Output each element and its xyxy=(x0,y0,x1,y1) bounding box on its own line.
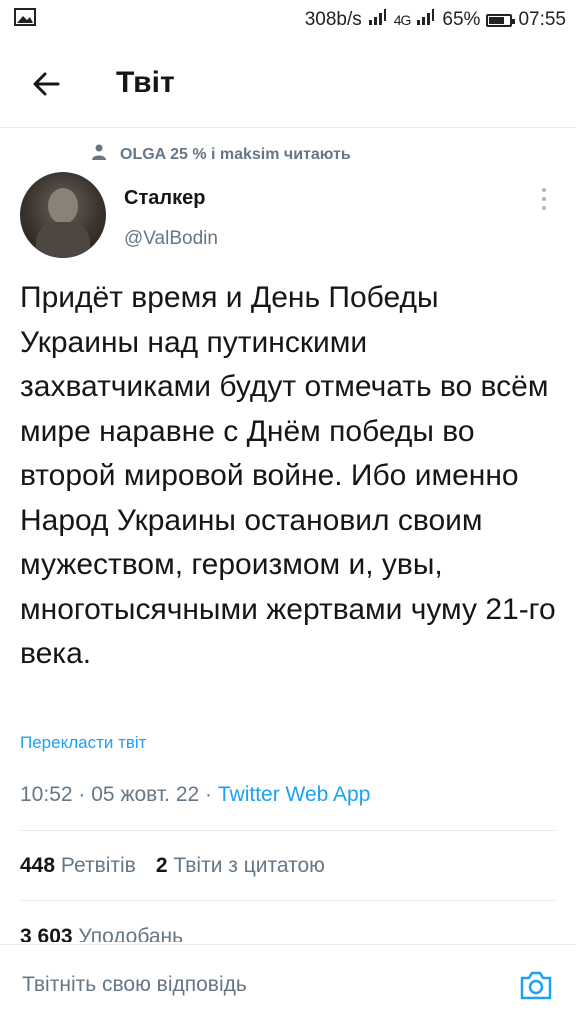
divider xyxy=(20,830,556,831)
battery-icon xyxy=(486,13,516,27)
quotes-label: Твіти з цитатою xyxy=(173,854,325,877)
tweet-stats: 448 Ретвітів 2 Твіти з цитатою xyxy=(20,854,325,878)
clock: 07:55 xyxy=(518,9,566,30)
avatar[interactable] xyxy=(20,172,106,258)
camera-icon xyxy=(520,971,552,1000)
author-handle[interactable]: @ValBodin xyxy=(124,228,218,250)
likes-label: Уподобань xyxy=(78,925,184,942)
divider xyxy=(20,900,556,901)
quotes-count: 2 xyxy=(155,854,168,877)
signal-icon xyxy=(368,9,388,31)
camera-button[interactable] xyxy=(518,967,554,1003)
page-title: Твіт xyxy=(116,66,175,99)
likes-count: 3 603 xyxy=(20,925,73,942)
meta-separator: · xyxy=(205,783,213,806)
reply-bar: Твітніть свою відповідь xyxy=(0,944,576,1024)
quotes-stat[interactable]: 2 Твіти з цитатою xyxy=(156,854,325,878)
more-options-button[interactable] xyxy=(536,188,552,214)
retweets-label: Ретвітів xyxy=(60,854,136,877)
retweets-stat[interactable]: 448 Ретвітів xyxy=(20,854,136,878)
tweet-text: Придёт время и День Победы Украины над п… xyxy=(20,281,556,670)
arrow-left-icon xyxy=(33,72,60,96)
translate-link[interactable]: Перекласти твіт xyxy=(20,733,146,753)
network-type: 4G xyxy=(393,12,412,28)
retweets-count: 448 xyxy=(20,854,56,877)
network-speed: 308b/s xyxy=(304,9,362,30)
tweet-meta: 10:52 · 05 жовт. 22 · Twitter Web App xyxy=(20,783,370,807)
back-button[interactable] xyxy=(28,66,64,102)
tweet-date: 05 жовт. 22 xyxy=(91,783,200,806)
app-header: Твіт xyxy=(0,40,576,128)
more-dot xyxy=(542,206,546,210)
tweet-time: 10:52 xyxy=(20,783,73,806)
tweet-source-app[interactable]: Twitter Web App xyxy=(218,783,371,806)
signal-icon-2 xyxy=(416,9,436,31)
social-context[interactable]: OLGA 25 % і maksim читають xyxy=(92,144,351,165)
more-dot xyxy=(542,197,546,201)
image-icon xyxy=(14,8,36,32)
author-name[interactable]: Сталкер xyxy=(124,187,205,210)
social-context-text: OLGA 25 % і maksim читають xyxy=(120,145,351,163)
likes-stat[interactable]: 3 603 Уподобань xyxy=(20,925,183,942)
person-icon xyxy=(92,144,106,165)
reply-input[interactable]: Твітніть свою відповідь xyxy=(22,973,247,997)
more-dot xyxy=(542,188,546,192)
battery-percent: 65% xyxy=(442,9,481,30)
status-bar: 308b/s 4G 65% 07:55 xyxy=(0,0,576,40)
meta-separator: · xyxy=(78,783,86,806)
